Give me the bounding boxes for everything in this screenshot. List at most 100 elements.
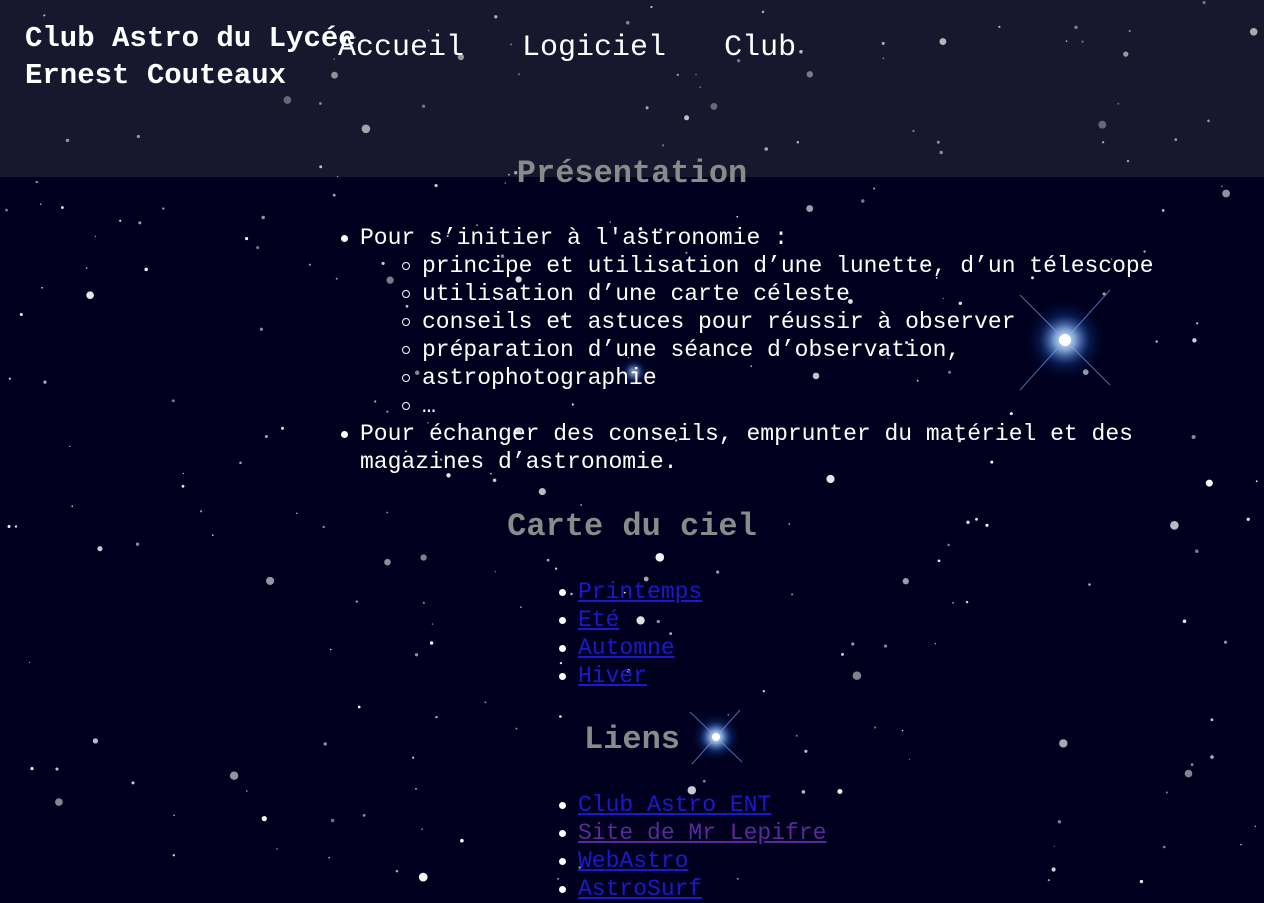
star [86, 291, 94, 300]
star [806, 205, 814, 213]
star [852, 671, 862, 680]
star [736, 215, 739, 218]
star [276, 848, 278, 850]
star [1255, 480, 1258, 483]
star [1184, 769, 1193, 778]
star [937, 559, 941, 563]
star [1047, 879, 1050, 882]
list-item: AstroSurf [558, 875, 826, 903]
star [826, 474, 835, 484]
star [422, 601, 425, 604]
star [229, 771, 239, 780]
list-item: Pour échanger des conseils, emprunter du… [338, 420, 1178, 476]
sky-map-heading: Carte du ciel [507, 508, 757, 545]
sublist-item: principe et utilisation d’une lunette, d… [400, 252, 1178, 280]
star [840, 652, 845, 656]
links-heading: Liens [583, 721, 680, 758]
site-title: Club Astro du Lycée Ernest Couteaux [25, 22, 356, 92]
star [181, 484, 185, 488]
star [1254, 825, 1256, 827]
star [171, 399, 175, 403]
star [1057, 820, 1062, 824]
sublist-item: … [400, 392, 1178, 420]
star [702, 779, 706, 783]
star [41, 286, 43, 289]
star [655, 552, 665, 562]
star [1139, 879, 1144, 884]
star [420, 554, 427, 561]
star [55, 798, 63, 806]
link-hiver[interactable]: Hiver [578, 663, 647, 689]
star [559, 715, 562, 718]
star [580, 504, 583, 506]
star [861, 199, 865, 203]
star [1191, 434, 1196, 440]
star [308, 263, 312, 267]
star [43, 380, 47, 384]
star [94, 235, 96, 238]
star [245, 237, 249, 241]
star [791, 593, 794, 596]
star [1165, 791, 1168, 794]
star [266, 576, 275, 585]
star [1088, 583, 1091, 586]
star [965, 600, 969, 604]
list-item: Eté [558, 606, 702, 634]
star [1205, 479, 1213, 487]
star [952, 601, 955, 604]
star [60, 206, 64, 209]
star [69, 445, 71, 447]
link-site-lepifre[interactable]: Site de Mr Lepifre [578, 820, 826, 846]
star [609, 221, 612, 223]
star [1240, 843, 1242, 846]
star [1182, 619, 1187, 624]
star [716, 570, 720, 574]
star [357, 705, 361, 709]
star [261, 816, 267, 822]
star [173, 814, 175, 817]
list-item: WebAstro [558, 847, 826, 875]
presentation-heading: Présentation [516, 155, 748, 192]
star [162, 207, 165, 210]
link-webastro[interactable]: WebAstro [578, 848, 688, 874]
nav-item-logiciel[interactable]: Logiciel [522, 28, 666, 68]
nav-item-club[interactable]: Club [724, 28, 796, 68]
star [355, 600, 358, 603]
star [414, 787, 418, 790]
link-astrosurf[interactable]: AstroSurf [578, 876, 702, 902]
star [172, 854, 175, 857]
presentation-item-text: Pour s’initier à l'astronomie : [360, 225, 788, 251]
star [414, 653, 419, 657]
star [908, 758, 911, 760]
star [40, 203, 42, 205]
links-list: Club Astro ENT Site de Mr Lepifre WebAst… [558, 791, 826, 903]
link-printemps[interactable]: Printemps [578, 579, 702, 605]
star [1196, 322, 1199, 325]
star [395, 869, 399, 873]
star [520, 606, 522, 608]
star [19, 312, 23, 317]
star [138, 221, 142, 225]
star [330, 818, 335, 823]
sky-map-list: Printemps Eté Automne Hiver [558, 578, 702, 690]
link-club-astro-ent[interactable]: Club Astro ENT [578, 792, 771, 818]
star [97, 546, 103, 552]
link-ete[interactable]: Eté [578, 607, 619, 633]
list-item: Printemps [558, 578, 702, 606]
sublist-item: conseils et astuces pour réussir à obser… [400, 308, 1178, 336]
star [239, 461, 242, 465]
link-automne[interactable]: Automne [578, 635, 675, 661]
sublist-item: préparation d’une séance d’observation, [400, 336, 1178, 364]
star [362, 814, 366, 817]
list-item: Pour s’initier à l'astronomie : principe… [338, 224, 1178, 420]
star [1051, 867, 1056, 872]
star [256, 246, 260, 250]
list-item: Hiver [558, 662, 702, 690]
star [30, 767, 34, 771]
star [460, 838, 464, 843]
star [554, 567, 558, 570]
star [144, 267, 148, 272]
star [1161, 209, 1165, 212]
star [421, 828, 423, 830]
star [1195, 549, 1199, 553]
